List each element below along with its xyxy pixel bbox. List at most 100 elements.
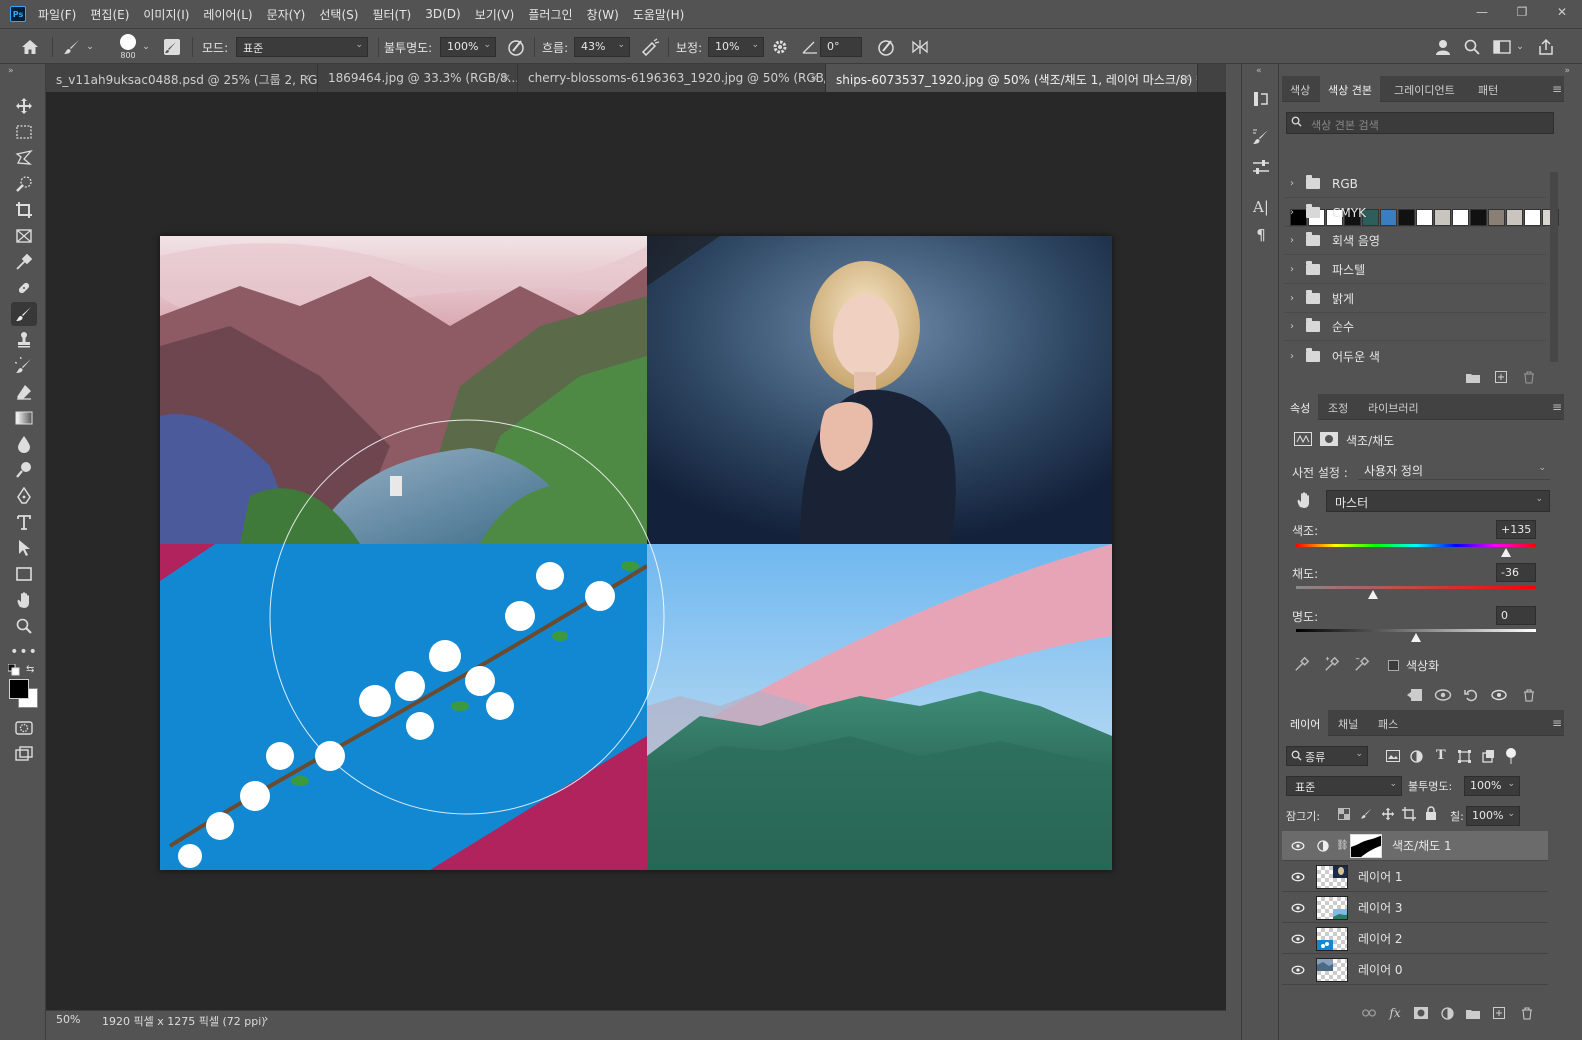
blur-tool-icon[interactable] (11, 432, 37, 456)
panel-menu-icon[interactable]: ≡ (1552, 716, 1562, 730)
lightness-slider-thumb[interactable] (1411, 633, 1421, 642)
panel-menu-icon[interactable]: ≡ (1552, 400, 1562, 414)
hue-slider-thumb[interactable] (1501, 548, 1511, 557)
lock-all-icon[interactable] (1425, 806, 1437, 820)
delete-icon[interactable] (1520, 686, 1538, 704)
menu-edit[interactable]: 편집(E) (90, 6, 129, 23)
layer-mask-thumbnail[interactable] (1350, 833, 1382, 858)
tab-swatches[interactable]: 색상 견본 (1320, 76, 1380, 102)
visibility-eye-icon[interactable] (1290, 965, 1306, 975)
filter-pixel-icon[interactable] (1386, 750, 1400, 762)
search-people-icon[interactable] (1434, 37, 1454, 57)
layer-row-layer-0[interactable]: 레이어 0 (1282, 955, 1548, 985)
more-tools-icon[interactable]: ••• (10, 640, 37, 664)
paragraph-icon[interactable]: ¶ (1250, 224, 1272, 246)
hue-input[interactable]: +135 (1496, 520, 1536, 539)
airbrush-icon[interactable] (640, 37, 660, 57)
document-canvas[interactable] (160, 236, 1112, 870)
smoothing-field[interactable]: 10% ⌄ (708, 37, 764, 57)
eraser-tool-icon[interactable] (11, 380, 37, 404)
mode-select[interactable]: 표준 ⌄ (236, 37, 368, 57)
workspace-icon[interactable] (1492, 37, 1512, 57)
menu-view[interactable]: 보기(V) (475, 6, 515, 23)
home-icon[interactable] (20, 37, 40, 57)
panel-menu-icon[interactable]: ≡ (1552, 82, 1562, 96)
channel-select[interactable]: 마스터 ⌄ (1326, 490, 1550, 512)
visibility-eye-icon[interactable] (1290, 934, 1306, 944)
tab-channels[interactable]: 채널 (1330, 710, 1366, 736)
tab-adjustments[interactable]: 조정 (1320, 394, 1356, 420)
filter-smart-object-icon[interactable] (1482, 750, 1495, 763)
fill-field[interactable]: 100% ⌄ (1466, 806, 1520, 826)
colorize-checkbox[interactable] (1388, 660, 1399, 671)
minimize-button[interactable]: — (1462, 0, 1502, 24)
photoshop-logo[interactable]: Ps (10, 6, 26, 22)
collapse-icon[interactable]: « (1256, 66, 1262, 76)
swatch-group-pastel[interactable]: › 파스텔 (1284, 256, 1546, 284)
filter-toggle-icon[interactable] (1506, 748, 1516, 764)
lock-pixels-brush-icon[interactable] (1360, 807, 1373, 820)
lock-position-icon[interactable] (1381, 807, 1395, 821)
gear-icon[interactable] (770, 37, 790, 57)
delete-layer-icon[interactable] (1518, 1004, 1536, 1022)
dodge-tool-icon[interactable] (11, 458, 37, 482)
character-icon[interactable]: A| (1250, 196, 1272, 218)
quick-select-tool-icon[interactable] (11, 172, 37, 196)
swatch-search-input[interactable]: 색상 견본 검색 (1286, 112, 1554, 134)
visibility-eye-icon[interactable] (1290, 903, 1306, 913)
collapse-icon[interactable]: » (1564, 66, 1570, 76)
history-icon[interactable] (1250, 88, 1272, 110)
swatch-group-rgb[interactable]: › RGB (1284, 170, 1546, 198)
zoom-level[interactable]: 50% (56, 1013, 80, 1026)
pressure-size-icon[interactable] (876, 37, 896, 57)
eyedropper-icon[interactable] (1294, 656, 1310, 672)
hue-slider-track[interactable] (1296, 544, 1536, 547)
default-colors-icon[interactable] (8, 664, 20, 676)
swatch-group-cmyk[interactable]: › CMYK (1284, 199, 1546, 227)
visibility-eye-icon[interactable] (1490, 686, 1508, 704)
tab-document-2[interactable]: 1869464.jpg @ 33.3% (RGB/8... × (318, 64, 518, 92)
swap-colors-icon[interactable]: ⇆ (26, 664, 34, 675)
saturation-slider-track[interactable] (1296, 586, 1536, 589)
mask-link-icon[interactable]: ⛓ (1336, 840, 1349, 851)
menu-help[interactable]: 도움말(H) (633, 6, 685, 23)
link-layers-icon[interactable] (1360, 1004, 1378, 1022)
menu-type[interactable]: 문자(Y) (267, 6, 306, 23)
close-icon[interactable]: × (810, 71, 819, 84)
foreground-color-swatch[interactable] (9, 679, 29, 699)
tab-document-1[interactable]: s_v11ah9uksac0488.psd @ 25% (그룹 2, RG...… (46, 64, 318, 92)
close-icon[interactable]: × (302, 71, 311, 84)
tab-layers[interactable]: 레이어 (1282, 710, 1329, 736)
path-select-tool-icon[interactable] (11, 536, 37, 560)
view-previous-state-icon[interactable] (1434, 686, 1452, 704)
tab-color[interactable]: 색상 (1282, 76, 1318, 102)
rectangle-tool-icon[interactable] (11, 562, 37, 586)
move-tool-icon[interactable] (11, 94, 37, 118)
menu-window[interactable]: 창(W) (587, 6, 619, 23)
filter-type-icon[interactable]: T (1436, 748, 1446, 763)
collapse-icon[interactable]: » (8, 66, 14, 76)
filter-shape-icon[interactable] (1458, 750, 1471, 763)
tab-paths[interactable]: 패스 (1370, 710, 1406, 736)
targeted-adjustment-hand-icon[interactable] (1296, 490, 1312, 508)
close-icon[interactable]: × (502, 71, 511, 84)
history-brush-tool-icon[interactable] (11, 354, 37, 378)
symmetry-icon[interactable] (910, 37, 930, 57)
new-group-folder-icon[interactable] (1464, 368, 1482, 386)
lock-transparent-icon[interactable] (1338, 808, 1350, 820)
opacity-field[interactable]: 100% ⌄ (440, 37, 496, 57)
eyedropper-tool-icon[interactable] (11, 250, 37, 274)
layer-row-hue-saturation[interactable]: ⛓ 색조/채도 1 (1282, 831, 1548, 861)
gradient-tool-icon[interactable] (11, 406, 37, 430)
pen-tool-icon[interactable] (11, 484, 37, 508)
tab-document-4-active[interactable]: ships-6073537_1920.jpg @ 50% (색조/채도 1, 레… (826, 64, 1198, 92)
new-swatch-icon[interactable] (1492, 368, 1510, 386)
blend-mode-select[interactable]: 표준 ⌄ (1286, 776, 1402, 796)
layer-style-fx-icon[interactable]: fx (1386, 1004, 1404, 1022)
close-button[interactable]: ✕ (1542, 0, 1582, 24)
tab-libraries[interactable]: 라이브러리 (1360, 394, 1427, 420)
menu-select[interactable]: 선택(S) (319, 6, 358, 23)
brush-preset-icon[interactable] (62, 37, 82, 57)
saturation-input[interactable]: -36 (1496, 563, 1536, 582)
chevron-down-icon[interactable]: ⌄ (84, 37, 96, 57)
